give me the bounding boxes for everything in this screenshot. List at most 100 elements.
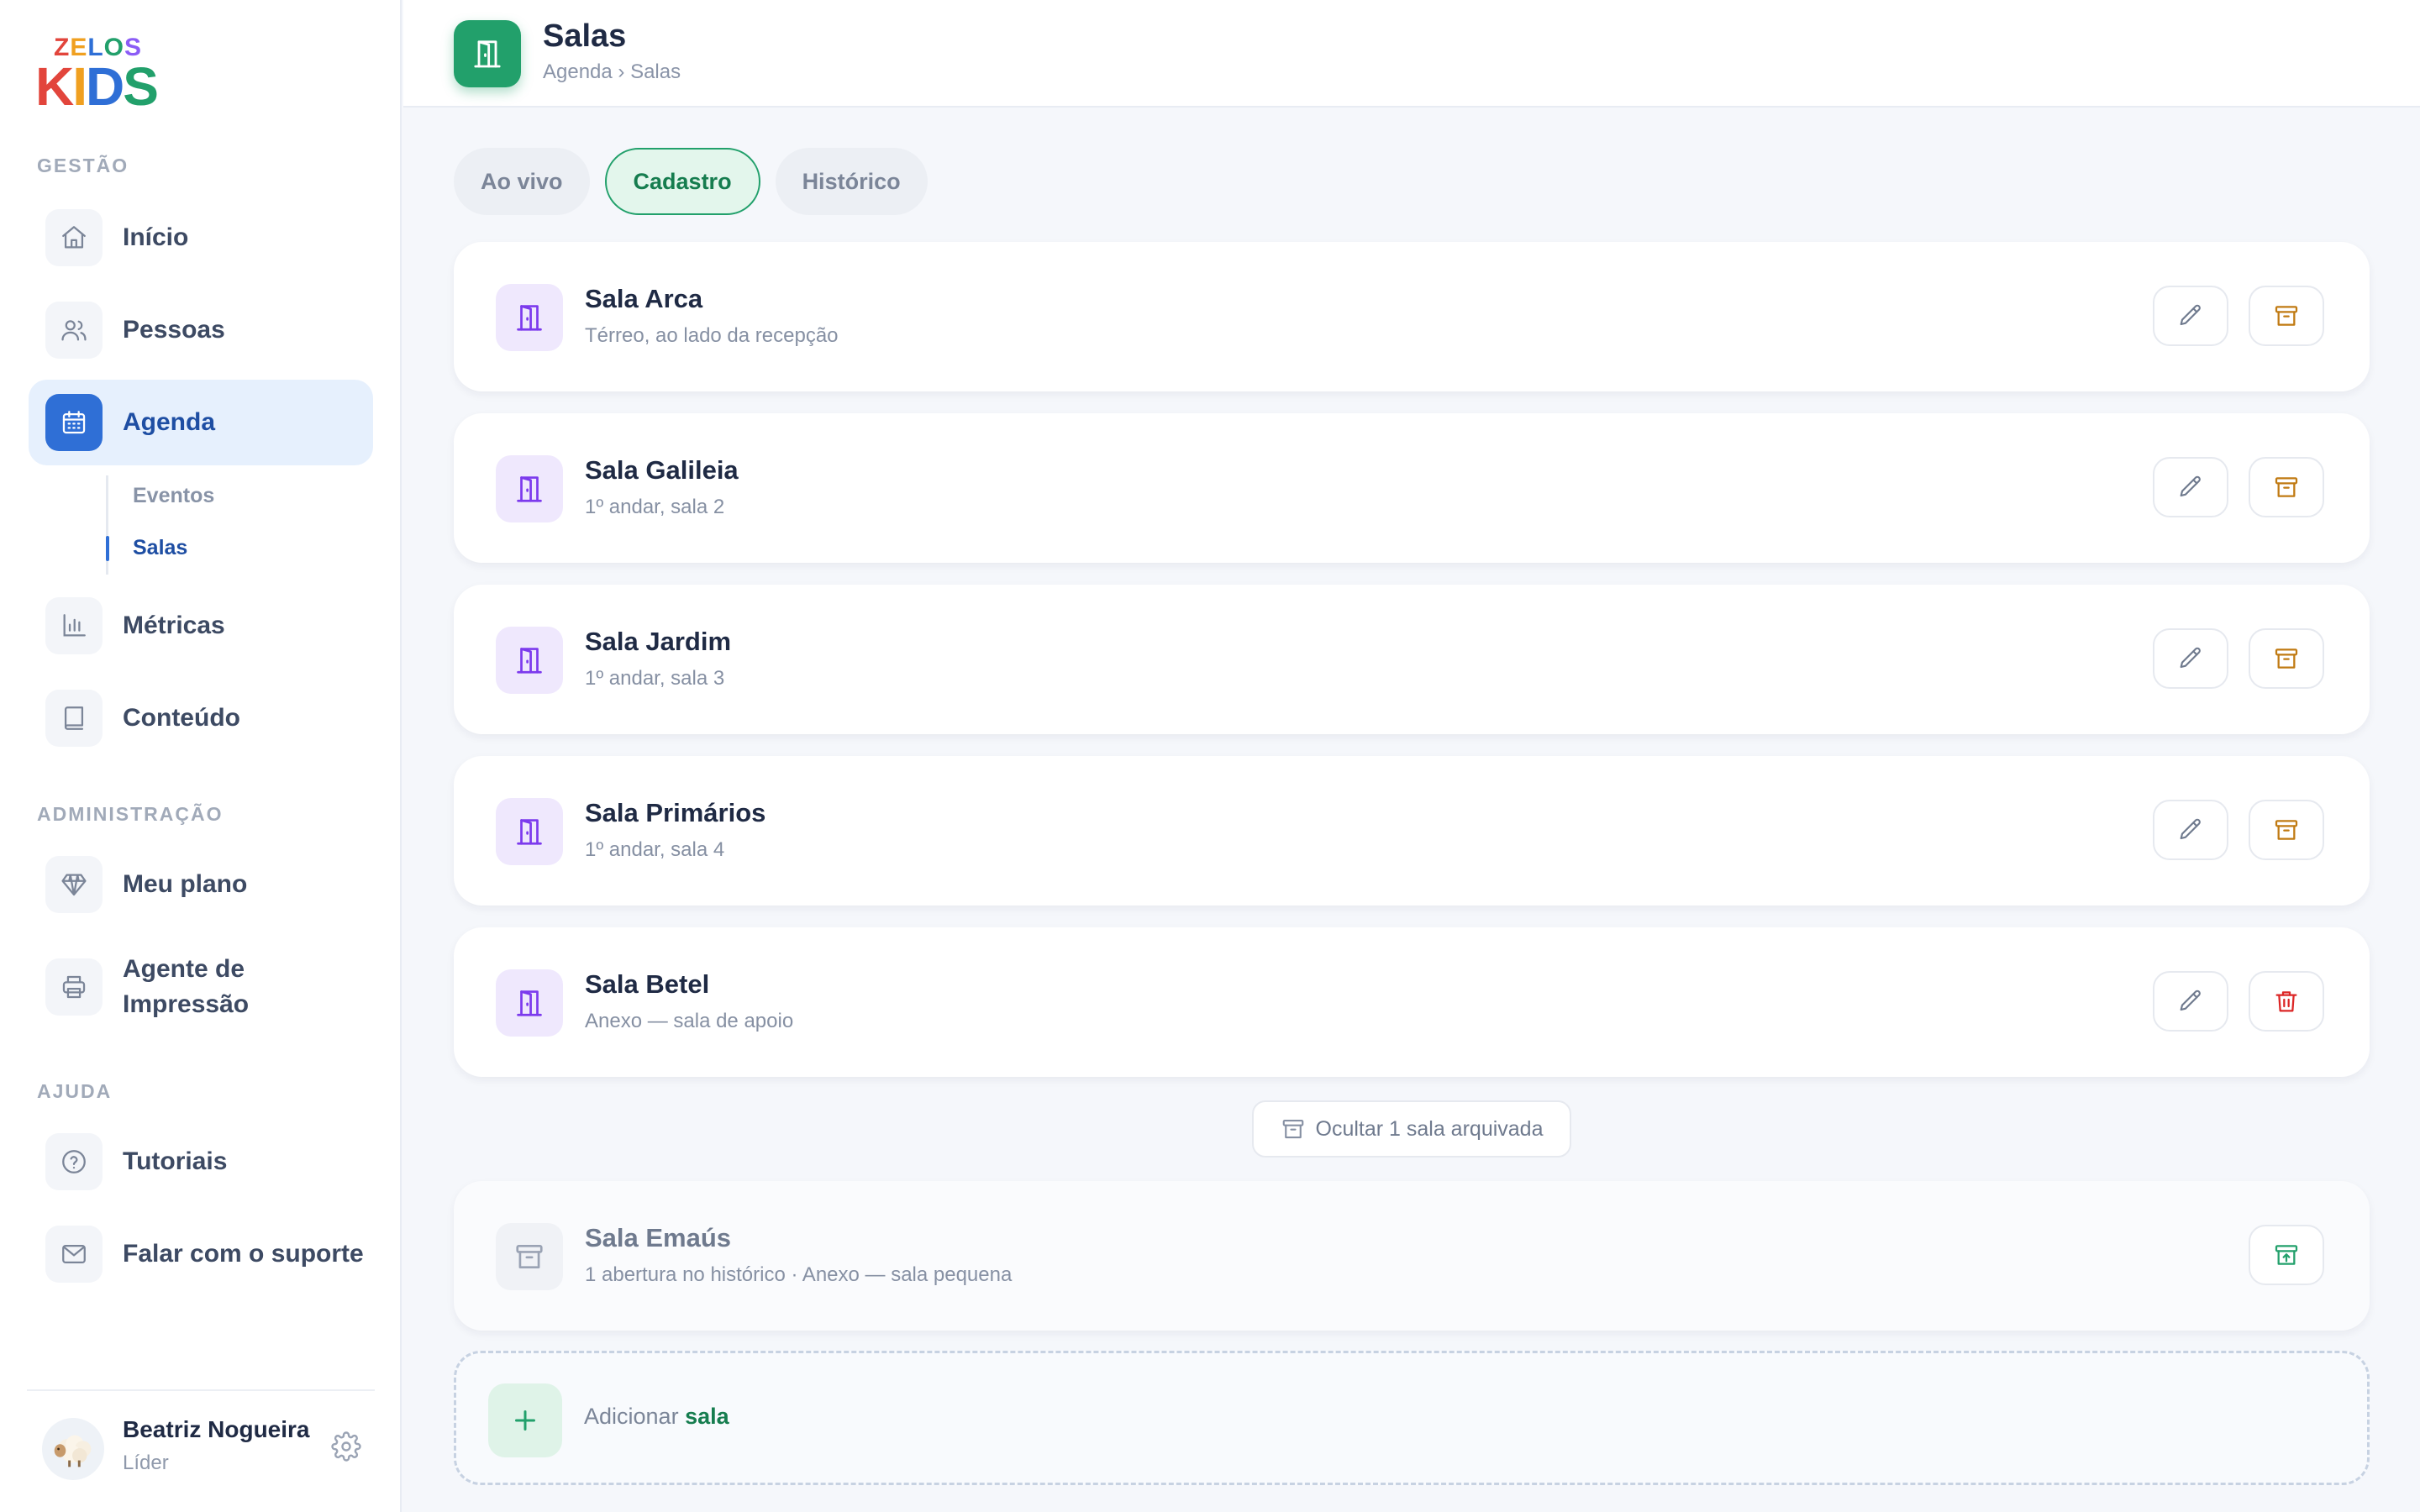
pencil-icon	[2180, 647, 2201, 669]
nav-conteudo-label: Conteúdo	[123, 704, 240, 732]
nav-tutoriais[interactable]: Tutoriais	[29, 1119, 373, 1205]
add-room-label: Adicionar sala	[584, 1404, 729, 1430]
nav-metricas-label: Métricas	[123, 612, 225, 639]
plus-icon	[488, 1383, 562, 1457]
diamond-icon	[45, 856, 103, 913]
subnav-active-indicator	[106, 536, 109, 561]
edit-room-button[interactable]	[2153, 457, 2228, 517]
nav-pessoas-label: Pessoas	[123, 316, 225, 344]
delete-room-button[interactable]	[2249, 971, 2324, 1032]
room-name: Sala Arca	[585, 284, 703, 313]
room-card: Sala Primários 1º andar, sala 4	[454, 756, 2370, 906]
room-description: Térreo, ao lado da recepção	[585, 324, 839, 347]
archive-icon	[1282, 1119, 1303, 1139]
mail-icon	[45, 1226, 103, 1283]
nav-meu-plano[interactable]: Meu plano	[29, 842, 373, 927]
room-name: Sala Jardim	[585, 627, 732, 656]
archive-room-button[interactable]	[2249, 286, 2324, 346]
room-name: Sala Emaús	[585, 1223, 732, 1252]
unarchive-room-button[interactable]	[2249, 1225, 2324, 1285]
nav-suporte-label: Falar com o suporte	[123, 1240, 364, 1268]
door-icon	[496, 455, 563, 522]
archived-room-card: Sala Emaús 1 abertura no histórico · Ane…	[454, 1181, 2370, 1331]
room-description: 1 abertura no histórico · Anexo — sala p…	[585, 1263, 1013, 1286]
tab-historico[interactable]: Histórico	[775, 148, 928, 215]
nav-agente-line1: Agente de	[123, 955, 245, 983]
door-icon	[496, 627, 563, 694]
zelos-kids-logo[interactable]: ZELOS KIDS	[35, 34, 159, 117]
archive-room-button[interactable]	[2249, 457, 2324, 517]
page-title: Salas	[543, 18, 627, 54]
section-gestao: GESTÃO	[37, 155, 129, 176]
nav-agente-line2: Impressão	[123, 990, 250, 1018]
archive-icon	[2275, 477, 2298, 497]
room-name: Sala Primários	[585, 798, 766, 827]
room-name: Sala Betel	[585, 969, 710, 999]
room-card: Sala Jardim 1º andar, sala 3	[454, 585, 2370, 734]
door-icon	[496, 284, 563, 351]
user-name: Beatriz Nogueira	[123, 1416, 310, 1442]
edit-room-button[interactable]	[2153, 971, 2228, 1032]
nav-agente-impressao-label: Agente de Impressão	[123, 952, 249, 1022]
breadcrumb[interactable]: Agenda › Salas	[543, 60, 681, 84]
archive-icon	[2275, 648, 2298, 669]
section-administracao: ADMINISTRAÇÃO	[37, 803, 224, 825]
tab-bar: Ao vivo Cadastro Histórico	[454, 148, 928, 215]
subnav-salas[interactable]: Salas	[133, 536, 187, 560]
archive-room-button[interactable]	[2249, 628, 2324, 689]
room-description: 1º andar, sala 2	[585, 496, 725, 518]
subnav-eventos[interactable]: Eventos	[133, 484, 214, 508]
help-circle-icon	[45, 1133, 103, 1190]
user-card[interactable]: Beatriz Nogueira Líder	[27, 1389, 375, 1495]
room-name: Sala Galileia	[585, 455, 739, 485]
edit-room-button[interactable]	[2153, 628, 2228, 689]
logo-text-bottom: KIDS	[35, 56, 159, 117]
nav-agenda[interactable]: Agenda	[29, 380, 373, 465]
archive-room-button[interactable]	[2249, 800, 2324, 860]
unarchive-icon	[2275, 1245, 2298, 1265]
avatar	[42, 1418, 104, 1480]
edit-room-button[interactable]	[2153, 286, 2228, 346]
book-icon	[45, 690, 103, 747]
home-icon	[45, 209, 103, 266]
user-role: Líder	[123, 1452, 169, 1474]
room-description: Anexo — sala de apoio	[585, 1010, 794, 1032]
nav-meu-plano-label: Meu plano	[123, 870, 248, 898]
nav-tutoriais-label: Tutoriais	[123, 1147, 228, 1175]
room-description: 1º andar, sala 3	[585, 667, 725, 690]
calendar-icon	[45, 394, 103, 451]
tab-cadastro[interactable]: Cadastro	[604, 148, 760, 215]
printer-icon	[45, 958, 103, 1016]
add-room-button[interactable]: Adicionar sala	[454, 1351, 2370, 1485]
nav-pessoas[interactable]: Pessoas	[29, 287, 373, 373]
room-card: Sala Betel Anexo — sala de apoio	[454, 927, 2370, 1077]
page-header: Salas Agenda › Salas	[403, 0, 2420, 108]
tab-ao-vivo[interactable]: Ao vivo	[454, 148, 590, 215]
door-icon	[454, 20, 521, 87]
bar-chart-icon	[45, 597, 103, 654]
sidebar: ZELOS KIDS GESTÃO Início Pessoas Agenda …	[0, 0, 402, 1512]
section-ajuda: AJUDA	[37, 1080, 113, 1102]
pencil-icon	[2180, 990, 2201, 1011]
nav-metricas[interactable]: Métricas	[29, 583, 373, 669]
edit-room-button[interactable]	[2153, 800, 2228, 860]
add-room-emphasis: sala	[685, 1404, 729, 1429]
pencil-icon	[2180, 818, 2201, 840]
pencil-icon	[2180, 475, 2201, 497]
nav-agente-impressao[interactable]: Agente de Impressão	[29, 944, 373, 1030]
nav-conteudo[interactable]: Conteúdo	[29, 675, 373, 761]
archive-icon	[496, 1223, 563, 1290]
nav-inicio-label: Início	[123, 223, 189, 251]
archive-icon	[2275, 306, 2298, 326]
hide-archived-label: Ocultar 1 sala arquivada	[1315, 1116, 1544, 1141]
archive-icon	[2275, 820, 2298, 840]
hide-archived-button[interactable]: Ocultar 1 sala arquivada	[1252, 1100, 1571, 1158]
door-icon	[496, 969, 563, 1037]
settings-gear-icon[interactable]	[331, 1431, 361, 1462]
nav-suporte[interactable]: Falar com o suporte	[29, 1211, 373, 1297]
nav-inicio[interactable]: Início	[29, 195, 373, 281]
room-description: 1º andar, sala 4	[585, 838, 725, 861]
door-icon	[496, 798, 563, 865]
room-card: Sala Galileia 1º andar, sala 2	[454, 413, 2370, 563]
pencil-icon	[2180, 304, 2201, 326]
